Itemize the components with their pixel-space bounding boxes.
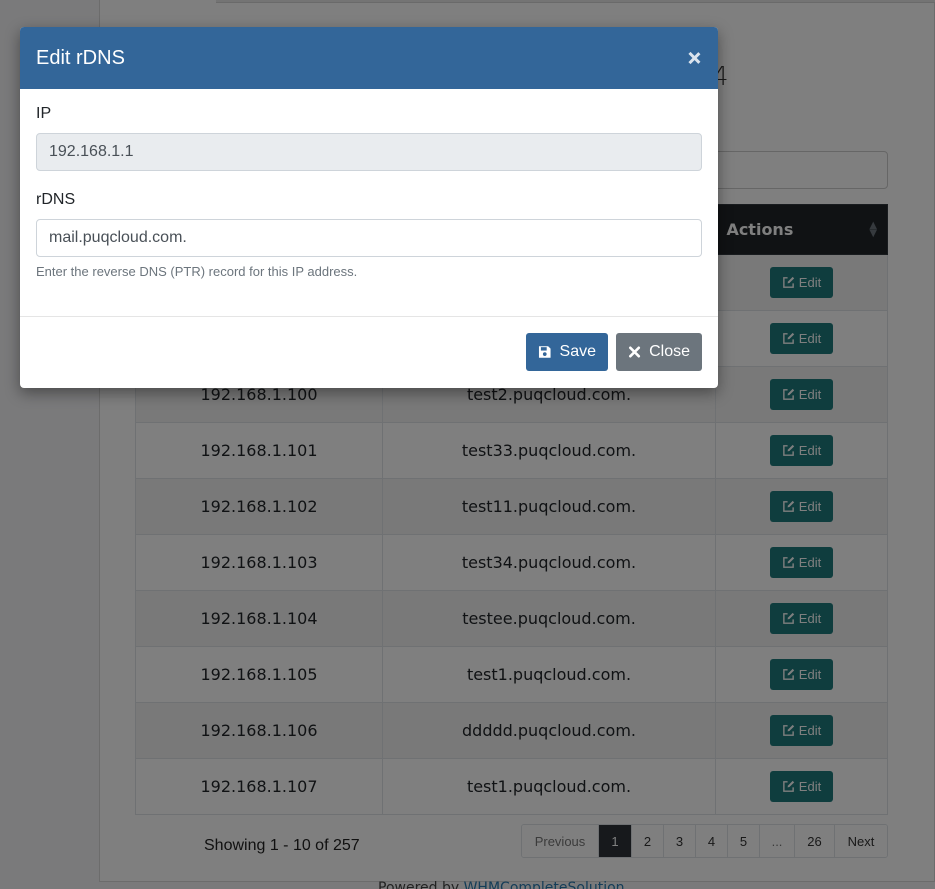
- modal-title: Edit rDNS: [36, 46, 125, 69]
- close-button[interactable]: Close: [616, 333, 702, 371]
- edit-rdns-modal: Edit rDNS IP rDNS Enter the reverse DNS …: [20, 27, 718, 388]
- times-icon: [629, 346, 641, 358]
- save-button[interactable]: Save: [526, 333, 608, 371]
- save-button-label: Save: [559, 343, 596, 360]
- ip-field: [36, 133, 702, 171]
- floppy-disk-icon: [538, 346, 551, 358]
- rdns-help-text: Enter the reverse DNS (PTR) record for t…: [36, 264, 358, 279]
- rdns-label: rDNS: [36, 191, 76, 208]
- rdns-field-group: rDNS Enter the reverse DNS (PTR) record …: [36, 191, 702, 279]
- modal-body: IP rDNS Enter the reverse DNS (PTR) reco…: [20, 89, 718, 317]
- ip-label: IP: [36, 105, 52, 122]
- close-button-label: Close: [649, 343, 690, 360]
- modal-footer: Save Close: [20, 317, 718, 387]
- rdns-input[interactable]: [36, 219, 702, 257]
- close-icon[interactable]: [686, 50, 702, 66]
- modal-header: Edit rDNS: [20, 27, 718, 89]
- ip-field-group: IP: [36, 105, 702, 171]
